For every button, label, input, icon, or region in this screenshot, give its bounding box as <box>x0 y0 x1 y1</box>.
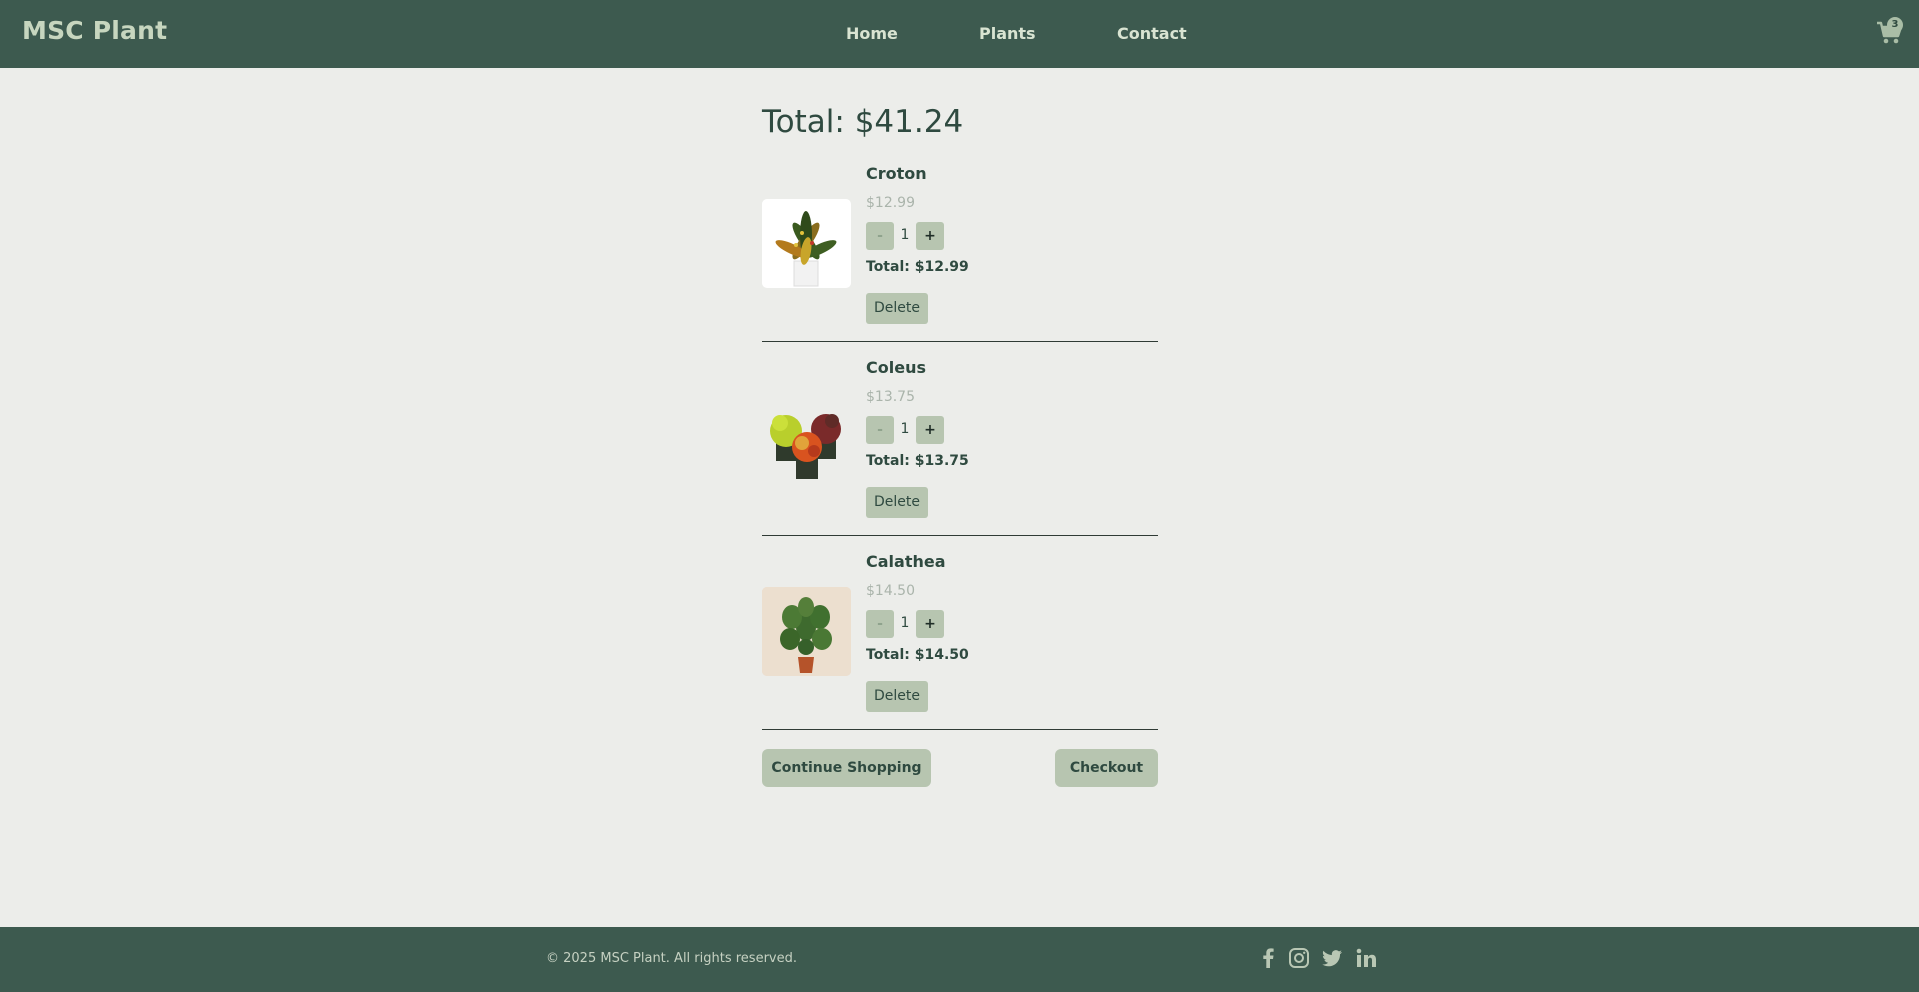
item-price: $14.50 <box>866 583 915 599</box>
item-name: Croton <box>866 164 927 183</box>
footer: © 2025 MSC Plant. All rights reserved. <box>0 927 1919 992</box>
twitter-icon[interactable] <box>1321 947 1343 969</box>
item-divider <box>762 729 1158 730</box>
croton-image <box>762 199 851 288</box>
increase-qty-button[interactable]: + <box>916 222 944 250</box>
delete-item-button[interactable]: Delete <box>866 487 928 518</box>
copyright-text: © 2025 MSC Plant. All rights reserved. <box>546 951 797 966</box>
item-name: Calathea <box>866 552 946 571</box>
continue-shopping-button[interactable]: Continue Shopping <box>762 749 931 787</box>
delete-item-button[interactable]: Delete <box>866 681 928 712</box>
item-quantity: 1 <box>900 615 910 631</box>
item-quantity: 1 <box>900 227 910 243</box>
increase-qty-button[interactable]: + <box>916 416 944 444</box>
item-total: Total: $14.50 <box>866 647 969 663</box>
decrease-qty-button[interactable]: - <box>866 610 894 638</box>
coleus-image <box>762 393 851 482</box>
instagram-icon[interactable] <box>1288 947 1310 969</box>
item-divider <box>762 535 1158 536</box>
calathea-image <box>762 587 851 676</box>
top-nav-bar: MSC Plant Home Plants Contact 3 <box>0 0 1919 68</box>
item-price: $13.75 <box>866 389 915 405</box>
brand-logo[interactable]: MSC Plant <box>22 16 167 45</box>
nav-contact[interactable]: Contact <box>1117 24 1187 43</box>
linkedin-icon[interactable] <box>1355 947 1377 969</box>
cart-count-badge: 3 <box>1887 17 1903 33</box>
facebook-icon[interactable] <box>1257 947 1279 969</box>
delete-item-button[interactable]: Delete <box>866 293 928 324</box>
increase-qty-button[interactable]: + <box>916 610 944 638</box>
item-price: $12.99 <box>866 195 915 211</box>
nav-home[interactable]: Home <box>846 24 898 43</box>
nav-plants[interactable]: Plants <box>979 24 1036 43</box>
item-divider <box>762 341 1158 342</box>
decrease-qty-button[interactable]: - <box>866 222 894 250</box>
cart-total-heading: Total: $41.24 <box>762 104 964 140</box>
decrease-qty-button[interactable]: - <box>866 416 894 444</box>
item-total: Total: $12.99 <box>866 259 969 275</box>
item-name: Coleus <box>866 358 926 377</box>
item-quantity: 1 <box>900 421 910 437</box>
item-total: Total: $13.75 <box>866 453 969 469</box>
checkout-button[interactable]: Checkout <box>1055 749 1158 787</box>
